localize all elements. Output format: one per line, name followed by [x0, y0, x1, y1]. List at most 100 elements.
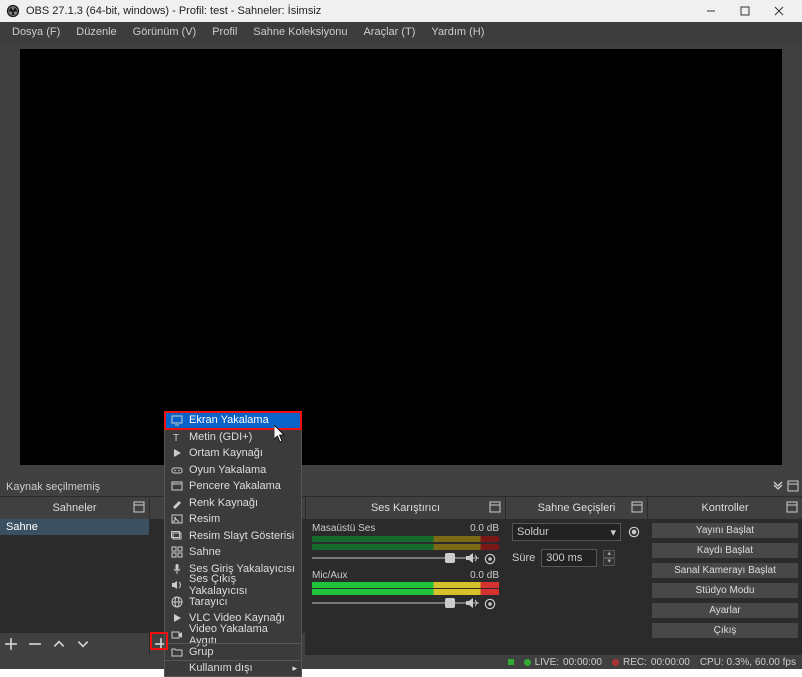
start-record-button[interactable]: Kaydı Başlat: [651, 542, 799, 559]
mixer-ch1-db: 0.0 dB: [470, 523, 499, 534]
ctx-item-video-yakalama-ayg-t-[interactable]: Video Yakalama Aygıtı: [165, 627, 301, 644]
collapse-icon[interactable]: [787, 480, 799, 495]
cpu-fps: CPU: 0.3%, 60.00 fps: [700, 657, 796, 668]
ctx-item-ortam-kayna-[interactable]: Ortam Kaynağı: [165, 445, 301, 462]
mixer-ch1-name: Masaüstü Ses: [312, 523, 375, 534]
add-scene-button[interactable]: [4, 637, 18, 651]
ctx-item-ses-k-yakalay-c-s-[interactable]: Ses Çıkış Yakalayıcısı: [165, 577, 301, 594]
ctx-item-label: Resim Slayt Gösterisi: [189, 530, 294, 542]
menu-tools[interactable]: Araçlar (T): [355, 24, 423, 40]
exit-button[interactable]: Çıkış: [651, 622, 799, 639]
close-button[interactable]: [762, 0, 796, 22]
volume-slider[interactable]: [312, 597, 499, 609]
no-source-selected-label: Kaynak seçilmemiş: [6, 481, 100, 493]
gear-icon[interactable]: [483, 597, 497, 609]
dock-transitions: Sahne Geçişleri Soldur ▾ Süre 300 ms ▴▾: [506, 497, 648, 655]
window-buttons: [694, 0, 796, 22]
ctx-item-oyun-yakalama[interactable]: Oyun Yakalama: [165, 462, 301, 479]
menu-help[interactable]: Yardım (H): [423, 24, 492, 40]
volume-slider[interactable]: [312, 552, 499, 564]
menu-view[interactable]: Görünüm (V): [125, 24, 205, 40]
ctx-item-label: Tarayıcı: [189, 596, 228, 608]
menu-bar: Dosya (F) Düzenle Görünüm (V) Profil Sah…: [0, 22, 802, 42]
ctx-item-ekran-yakalama[interactable]: Ekran Yakalama: [165, 412, 301, 429]
undock-icon[interactable]: [772, 480, 784, 495]
ctx-item-metin-gdi-[interactable]: T Metin (GDI+): [165, 429, 301, 446]
mic-icon: [171, 563, 183, 575]
mixer-channel-mic: Mic/Aux0.0 dB: [306, 566, 505, 611]
mute-icon[interactable]: [465, 552, 479, 564]
collapse-icon[interactable]: [630, 500, 644, 514]
ctx-item-taray-c-[interactable]: Tarayıcı: [165, 594, 301, 611]
minimize-button[interactable]: [694, 0, 728, 22]
maximize-button[interactable]: [728, 0, 762, 22]
live-label: LIVE:: [535, 657, 559, 668]
text-icon: T: [171, 431, 183, 443]
collapse-icon[interactable]: [132, 500, 146, 514]
speaker-icon: [171, 579, 183, 591]
start-stream-button[interactable]: Yayını Başlat: [651, 522, 799, 539]
game-icon: [171, 464, 183, 476]
transition-select[interactable]: Soldur ▾: [512, 523, 621, 541]
folder-icon: [171, 646, 183, 658]
rec-time: 00:00:00: [651, 657, 690, 668]
settings-button[interactable]: Ayarlar: [651, 602, 799, 619]
blank-icon: [171, 662, 183, 674]
add-source-context-menu[interactable]: Ekran Yakalama T Metin (GDI+) Ortam Kaynağı…: [164, 411, 302, 677]
monitor-icon: [171, 414, 183, 426]
duration-label: Süre: [512, 552, 535, 564]
audio-meter: [312, 536, 499, 542]
ctx-item-resim[interactable]: Resim: [165, 511, 301, 528]
ctx-item-kullan-m-d-[interactable]: Kullanım dışı▸: [165, 660, 301, 677]
menu-file[interactable]: Dosya (F): [4, 24, 68, 40]
gear-icon[interactable]: [483, 552, 497, 564]
dock-scenes-title: Sahneler: [0, 497, 149, 519]
play-icon: [171, 447, 183, 459]
collapse-icon[interactable]: [488, 500, 502, 514]
gear-icon[interactable]: [627, 525, 641, 539]
dock-scenes: Sahneler Sahne: [0, 497, 150, 655]
ctx-item-label: Renk Kaynağı: [189, 497, 258, 509]
mixer-ch2-name: Mic/Aux: [312, 570, 348, 581]
move-scene-up-button[interactable]: [52, 637, 66, 651]
studio-mode-button[interactable]: Stüdyo Modu: [651, 582, 799, 599]
audio-meter: [312, 582, 499, 588]
ctx-item-sahne[interactable]: Sahne: [165, 544, 301, 561]
ctx-item-renk-kayna-[interactable]: Renk Kaynağı: [165, 495, 301, 512]
duration-spinner[interactable]: ▴▾: [603, 550, 615, 566]
start-vcam-button[interactable]: Sanal Kamerayı Başlat: [651, 562, 799, 579]
brush-icon: [171, 497, 183, 509]
connection-indicator-icon: [508, 659, 514, 665]
dock-mixer: Ses Karıştırıcı Masaüstü Ses0.0 dB Mic/A…: [306, 497, 506, 655]
scenes-list[interactable]: Sahne: [0, 519, 149, 633]
chevron-down-icon: ▾: [610, 526, 616, 539]
window-icon: [171, 480, 183, 492]
mute-icon[interactable]: [465, 597, 479, 609]
ctx-item-label: Grup: [189, 646, 213, 658]
ctx-item-pencere-yakalama[interactable]: Pencere Yakalama: [165, 478, 301, 495]
rec-indicator-icon: [612, 659, 619, 666]
preview-canvas[interactable]: [20, 49, 782, 465]
duration-input[interactable]: 300 ms: [541, 549, 597, 567]
scene-item[interactable]: Sahne: [0, 519, 149, 535]
obs-logo-icon: [6, 4, 20, 18]
play-icon: [171, 612, 183, 624]
ctx-item-resim-slayt-g-sterisi[interactable]: Resim Slayt Gösterisi: [165, 528, 301, 545]
menu-profile[interactable]: Profil: [204, 24, 245, 40]
live-time: 00:00:00: [563, 657, 602, 668]
mixer-channel-desktop: Masaüstü Ses 0.0 dB: [306, 519, 505, 566]
dock-controls: Kontroller Yayını Başlat Kaydı Başlat Sa…: [648, 497, 802, 655]
ctx-item-label: Metin (GDI+): [189, 431, 252, 443]
collapse-icon[interactable]: [785, 500, 799, 514]
window-title: OBS 27.1.3 (64-bit, windows) - Profil: t…: [26, 5, 694, 17]
ctx-item-label: Oyun Yakalama: [189, 464, 266, 476]
transitions-body: Soldur ▾ Süre 300 ms ▴▾: [506, 519, 647, 655]
image-icon: [171, 513, 183, 525]
menu-edit[interactable]: Düzenle: [68, 24, 124, 40]
no-source-selected-panel: Kaynak seçilmemiş: [0, 477, 802, 497]
ctx-item-grup[interactable]: Grup: [165, 643, 301, 660]
menu-scene-collection[interactable]: Sahne Koleksiyonu: [245, 24, 355, 40]
ctx-item-label: Ortam Kaynağı: [189, 447, 263, 459]
move-scene-down-button[interactable]: [76, 637, 90, 651]
remove-scene-button[interactable]: [28, 637, 42, 651]
